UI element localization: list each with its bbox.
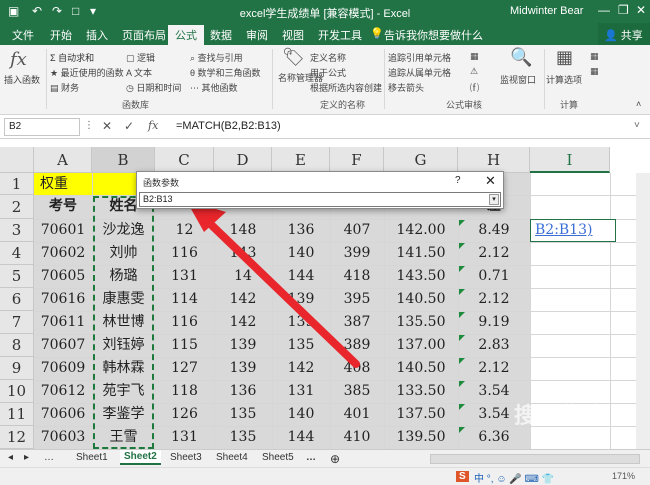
function-arguments-dialog[interactable]: 函数参数 ? ✕ B2:B13 ▾ bbox=[136, 171, 504, 209]
ime-toolbar[interactable]: 中 °, ☺ 🎤 ⌨ 👕 bbox=[474, 470, 554, 485]
zoom-level[interactable]: 171% bbox=[612, 471, 635, 481]
sogou-ime-icon[interactable]: S bbox=[456, 471, 469, 482]
dialog-title: 函数参数 bbox=[143, 178, 180, 188]
sheet-tab-bar: ◂ ▸ … Sheet1 Sheet2 Sheet3 Sheet4 Sheet5… bbox=[0, 449, 650, 467]
add-sheet-icon[interactable]: ⊕ bbox=[330, 452, 340, 466]
help-button[interactable]: ? bbox=[455, 175, 461, 186]
dialog-close-button[interactable]: ✕ bbox=[485, 173, 496, 189]
argument-input[interactable]: B2:B13 bbox=[139, 192, 501, 207]
more-sheets-icon[interactable]: … bbox=[44, 452, 54, 463]
prev-sheet-icon[interactable]: ◂ bbox=[8, 452, 13, 463]
watermark: 搜狗指南 bbox=[514, 403, 611, 428]
sheet-tab-2[interactable]: Sheet2 bbox=[120, 450, 161, 465]
next-sheet-icon[interactable]: ▸ bbox=[24, 452, 29, 463]
sheet-tab-4[interactable]: Sheet4 bbox=[216, 452, 248, 463]
expand-dialog-icon[interactable]: ▾ bbox=[489, 194, 499, 205]
sheet-tab-3[interactable]: Sheet3 bbox=[170, 452, 202, 463]
status-bar: S 中 °, ☺ 🎤 ⌨ 👕 171% bbox=[0, 467, 650, 485]
horizontal-scrollbar[interactable] bbox=[430, 454, 640, 464]
sheet-tab-1[interactable]: Sheet1 bbox=[76, 452, 108, 463]
sheet-tab-5[interactable]: Sheet5 bbox=[262, 452, 294, 463]
more-sheets-icon[interactable]: … bbox=[306, 452, 316, 463]
